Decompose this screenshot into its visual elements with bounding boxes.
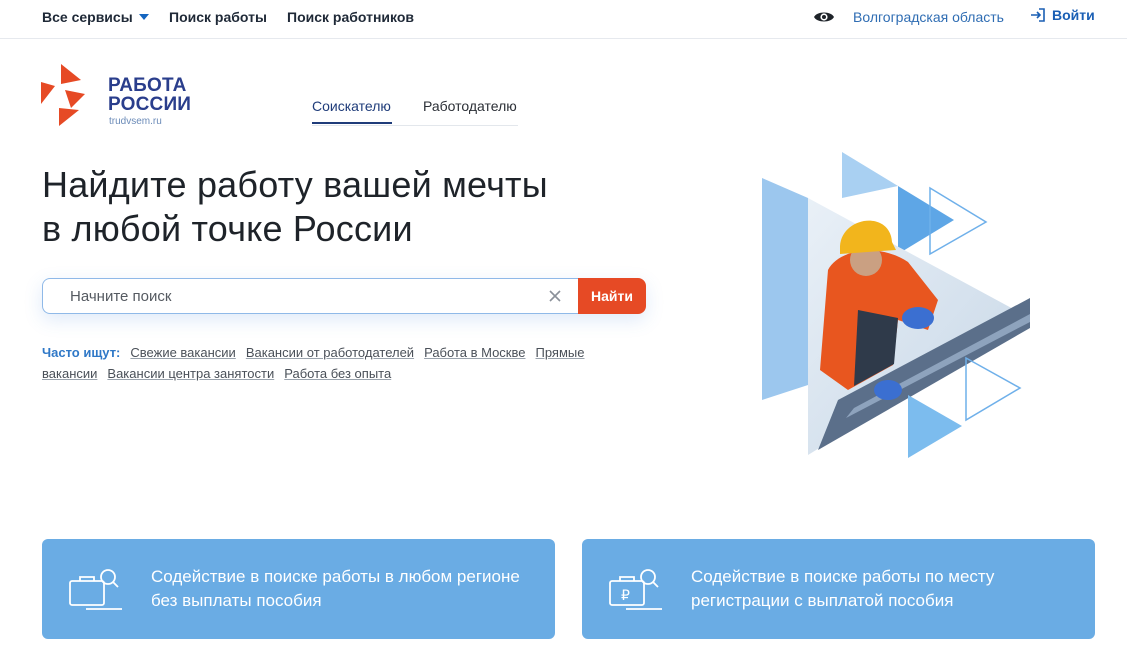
tab-employer[interactable]: Работодателю bbox=[423, 98, 517, 120]
hero-illustration bbox=[762, 152, 1030, 458]
popular-searches-label: Часто ищут: bbox=[42, 345, 121, 360]
page-title: Найдите работу вашей мечты в любой точке… bbox=[42, 163, 682, 251]
region-selector[interactable]: Волгоградская область bbox=[853, 9, 1004, 25]
top-navigation-bar: Все сервисы Поиск работы Поиск работнико… bbox=[0, 0, 1127, 39]
login-button[interactable]: Войти bbox=[1030, 7, 1095, 23]
all-services-label: Все сервисы bbox=[42, 9, 133, 25]
card-text: Содействие в поиске работы по месту реги… bbox=[691, 567, 995, 610]
search-bar: Найти bbox=[42, 278, 646, 314]
login-icon bbox=[1031, 8, 1045, 22]
briefcase-ruble-search-icon: ₽ bbox=[609, 569, 662, 610]
title-line-2: в любой точке России bbox=[42, 208, 413, 249]
audience-tabs: Соискателю Работодателю bbox=[312, 98, 518, 126]
card-search-with-benefit[interactable]: ₽ Содействие в поиске работы по месту ре… bbox=[582, 539, 1095, 639]
tab-job-seeker[interactable]: Соискателю bbox=[312, 98, 391, 120]
all-services-menu[interactable]: Все сервисы bbox=[42, 9, 149, 25]
search-input[interactable] bbox=[42, 278, 579, 314]
popular-link-fresh-vacancies[interactable]: Свежие вакансии bbox=[130, 345, 235, 360]
briefcase-search-icon bbox=[69, 569, 122, 610]
popular-link-no-experience[interactable]: Работа без опыта bbox=[284, 366, 391, 381]
clear-search-icon[interactable] bbox=[547, 288, 563, 304]
popular-link-moscow-jobs[interactable]: Работа в Москве bbox=[424, 345, 525, 360]
job-search-link[interactable]: Поиск работы bbox=[169, 9, 267, 25]
logo-line-1: РАБОТА bbox=[108, 75, 187, 96]
title-line-1: Найдите работу вашей мечты bbox=[42, 164, 548, 205]
active-tab-indicator bbox=[312, 122, 392, 124]
card-search-without-benefit[interactable]: Содействие в поиске работы в любом регио… bbox=[42, 539, 555, 639]
popular-searches: Часто ищут: Свежие вакансии Вакансии от ра… bbox=[42, 342, 646, 384]
employee-search-link[interactable]: Поиск работников bbox=[287, 9, 414, 25]
svg-text:₽: ₽ bbox=[621, 588, 630, 604]
popular-link-employer-vacancies[interactable]: Вакансии от работодателей bbox=[246, 345, 414, 360]
login-label: Войти bbox=[1052, 7, 1095, 23]
logo-domain: trudvsem.ru bbox=[109, 116, 162, 127]
chevron-down-icon bbox=[138, 14, 149, 20]
accessibility-eye-icon[interactable] bbox=[813, 9, 835, 25]
card-text: Содействие в поиске работы в любом регио… bbox=[151, 567, 520, 610]
logo-wordmark: РАБОТА РОССИИ bbox=[108, 76, 191, 114]
logo-line-2: РОССИИ bbox=[108, 94, 192, 115]
popular-link-employment-center-vacancies[interactable]: Вакансии центра занятости bbox=[107, 366, 274, 381]
search-button[interactable]: Найти bbox=[578, 278, 646, 314]
